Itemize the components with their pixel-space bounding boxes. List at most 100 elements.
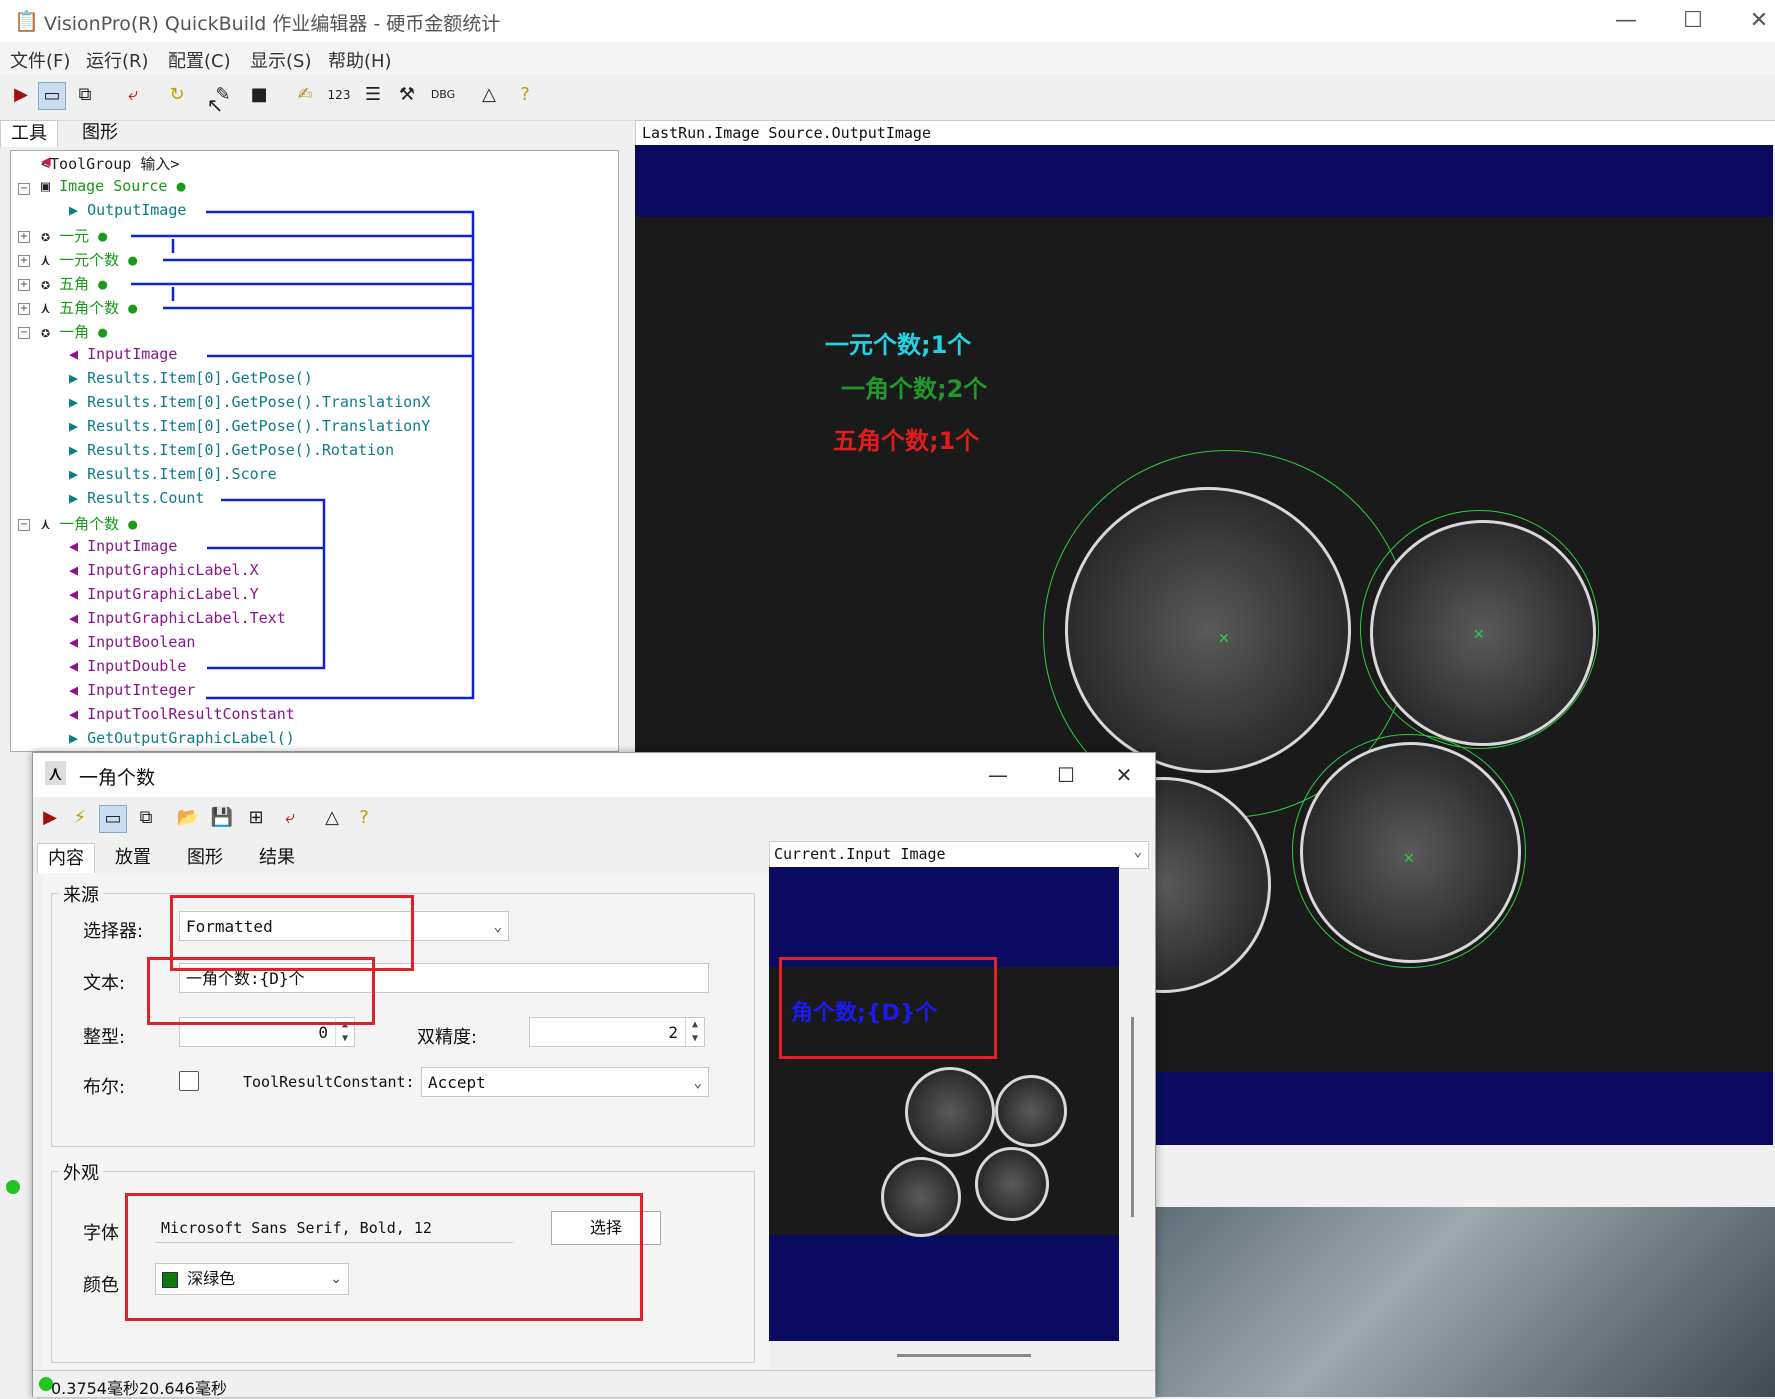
pmalign-tool-icon: ✪ [41,323,51,341]
menu-run[interactable]: 运行(R) [86,47,149,73]
tree-node[interactable]: ◀ InputDouble [69,657,186,675]
reset-icon[interactable]: ⤶ [120,82,146,108]
expand-toggle[interactable]: + [18,255,30,267]
minimize-button[interactable]: — [1597,6,1655,36]
layout-icon[interactable]: ⧉ [72,82,98,108]
tab-graphics[interactable]: 图形 [177,843,233,873]
center-mark-icon: ✕ [1403,851,1415,867]
tree-node[interactable]: ◀ InputBoolean [69,633,195,651]
close-button[interactable]: ✕ [1730,6,1775,36]
tab-placement[interactable]: 放置 [105,843,161,873]
collapse-toggle[interactable]: − [18,327,30,339]
refresh-icon[interactable]: ↻ [164,82,190,108]
tree-node[interactable]: ◀ InputToolResultConstant [69,705,295,723]
camera-icon[interactable]: ■ [246,82,272,108]
display-selector[interactable]: LastRun.Image Source.OutputImage [635,120,1775,146]
tab-results[interactable]: 结果 [249,843,305,873]
measure-icon[interactable]: △ [319,805,345,831]
bool-label: 布尔: [83,1077,126,1098]
spinner-arrows-icon[interactable]: ▲ ▼ [685,1018,704,1046]
tree-node[interactable]: ✪ 五角 ● [41,273,107,294]
chevron-down-icon: ⌄ [1133,844,1142,860]
dialog-close-button[interactable]: ✕ [1099,761,1149,789]
electric-icon[interactable]: ⚡ [67,805,93,831]
toggle-display-icon[interactable]: ▭ [99,805,127,833]
tree-node[interactable]: ✪ 一角 ● [41,321,107,342]
debug-icon[interactable]: DBG [430,82,456,108]
menu-config[interactable]: 配置(C) [168,47,231,73]
tree-node[interactable]: ▶ Results.Item[0].GetPose().Rotation [69,441,394,459]
tree-node[interactable]: ◀ InputImage [69,345,177,363]
double-stepper[interactable]: 2 ▲ ▼ [529,1017,705,1047]
tree-node[interactable]: ▶ GetOutputGraphicLabel() [69,729,295,747]
tree-node[interactable]: ⋏ 五角个数 ● [41,297,137,318]
run-time: 0.3754毫秒20.646毫秒 [51,1379,227,1398]
tree-node[interactable]: ◀ InputGraphicLabel.Text [69,609,286,627]
source-group-title: 来源 [59,881,103,907]
center-mark-icon: ✕ [1218,631,1230,647]
toggle-display-icon[interactable]: ▭ [38,82,66,110]
tree-node[interactable]: ▶ OutputImage [69,201,186,219]
tree-node[interactable]: ◀ InputGraphicLabel.X [69,561,259,579]
tree-node[interactable]: ▶ Results.Item[0].GetPose().TranslationY [69,417,430,435]
help-icon[interactable]: ? [512,82,538,108]
tree-node[interactable]: ▶ Results.Item[0].GetPose().TranslationX [69,393,430,411]
expand-toggle[interactable]: + [18,231,30,243]
input-arrow-icon: ◀ [69,585,79,603]
measure-icon[interactable]: △ [476,82,502,108]
tree-node[interactable]: ✪ 一元 ● [41,225,107,246]
tree-node[interactable]: ▶ Results.Count [69,489,204,507]
dialog-title: 一角个数 [79,767,156,789]
tree-node[interactable]: ◀ InputInteger [69,681,195,699]
help-icon[interactable]: ? [351,805,377,831]
overlay-label-jiao: 一角个数;2个 [841,375,988,403]
output-arrow-icon: ▶ [69,417,79,435]
tree-node[interactable]: ◀ InputGraphicLabel.Y [69,585,259,603]
tree-node[interactable]: ▣ Image Source ● [41,177,186,195]
open-folder-icon[interactable]: 📂 [175,805,201,831]
save-icon[interactable]: 💾 [209,805,235,831]
menu-view[interactable]: 显示(S) [250,47,311,73]
preview-selector[interactable]: Current.Input Image ⌄ [769,841,1149,869]
run-icon[interactable]: ▶ [37,805,63,831]
dialog-maximize-button[interactable]: ☐ [1041,761,1091,789]
tab-graphics[interactable]: 图形 [72,120,128,146]
tab-tools[interactable]: 工具 [0,120,58,147]
tree-node[interactable]: ⋏ 一角个数 ● [41,513,137,534]
preview-coin [975,1147,1049,1221]
expand-toggle[interactable]: + [18,279,30,291]
edit-icon[interactable]: ✍ [292,82,318,108]
tab-content[interactable]: 内容 [37,843,95,874]
run-icon[interactable]: ▶ [8,82,34,108]
list-icon[interactable]: ☰ [360,82,386,108]
status-dot-icon: ● [128,515,138,533]
label-tool-icon: ⋏ [41,299,51,317]
preview-vertical-scrollbar[interactable] [1131,1017,1134,1217]
import-icon[interactable]: ⊞ [243,805,269,831]
dialog-minimize-button[interactable]: — [973,761,1023,789]
input-arrow-icon: ◀ [69,681,79,699]
collapse-toggle[interactable]: − [18,519,30,531]
status-dot-icon: ● [128,251,138,269]
reset-icon[interactable]: ⤶ [277,805,303,831]
expand-toggle[interactable]: + [18,303,30,315]
tree-node[interactable]: ⋏ 一元个数 ● [41,249,137,270]
preview-horizontal-scrollbar[interactable] [897,1354,1031,1357]
numeric-icon[interactable]: 123 [326,82,352,108]
menu-bar: 文件(F) 运行(R) 配置(C) 显示(S) 帮助(H) [0,42,1775,74]
preview-display[interactable]: 角个数;{D}个 [769,867,1119,1341]
tree-node[interactable]: ◀ InputImage [69,537,177,555]
maximize-button[interactable]: ☐ [1664,6,1722,36]
menu-file[interactable]: 文件(F) [10,47,70,73]
status-dot-icon: ● [98,323,108,341]
trc-dropdown[interactable]: Accept ⌄ [421,1067,709,1097]
tree-node[interactable]: ◀ <ToolGroup 输入> [41,153,179,174]
bool-checkbox[interactable] [179,1071,199,1091]
tools-icon[interactable]: ⚒ [394,82,420,108]
tree-node[interactable]: ▶ Results.Item[0].GetPose() [69,369,313,387]
tree-node[interactable]: ▶ Results.Item[0].Score [69,465,277,483]
menu-help[interactable]: 帮助(H) [328,47,392,73]
collapse-toggle[interactable]: − [18,183,30,195]
layout-icon[interactable]: ⧉ [133,805,159,831]
int-label: 整型: [83,1027,126,1048]
